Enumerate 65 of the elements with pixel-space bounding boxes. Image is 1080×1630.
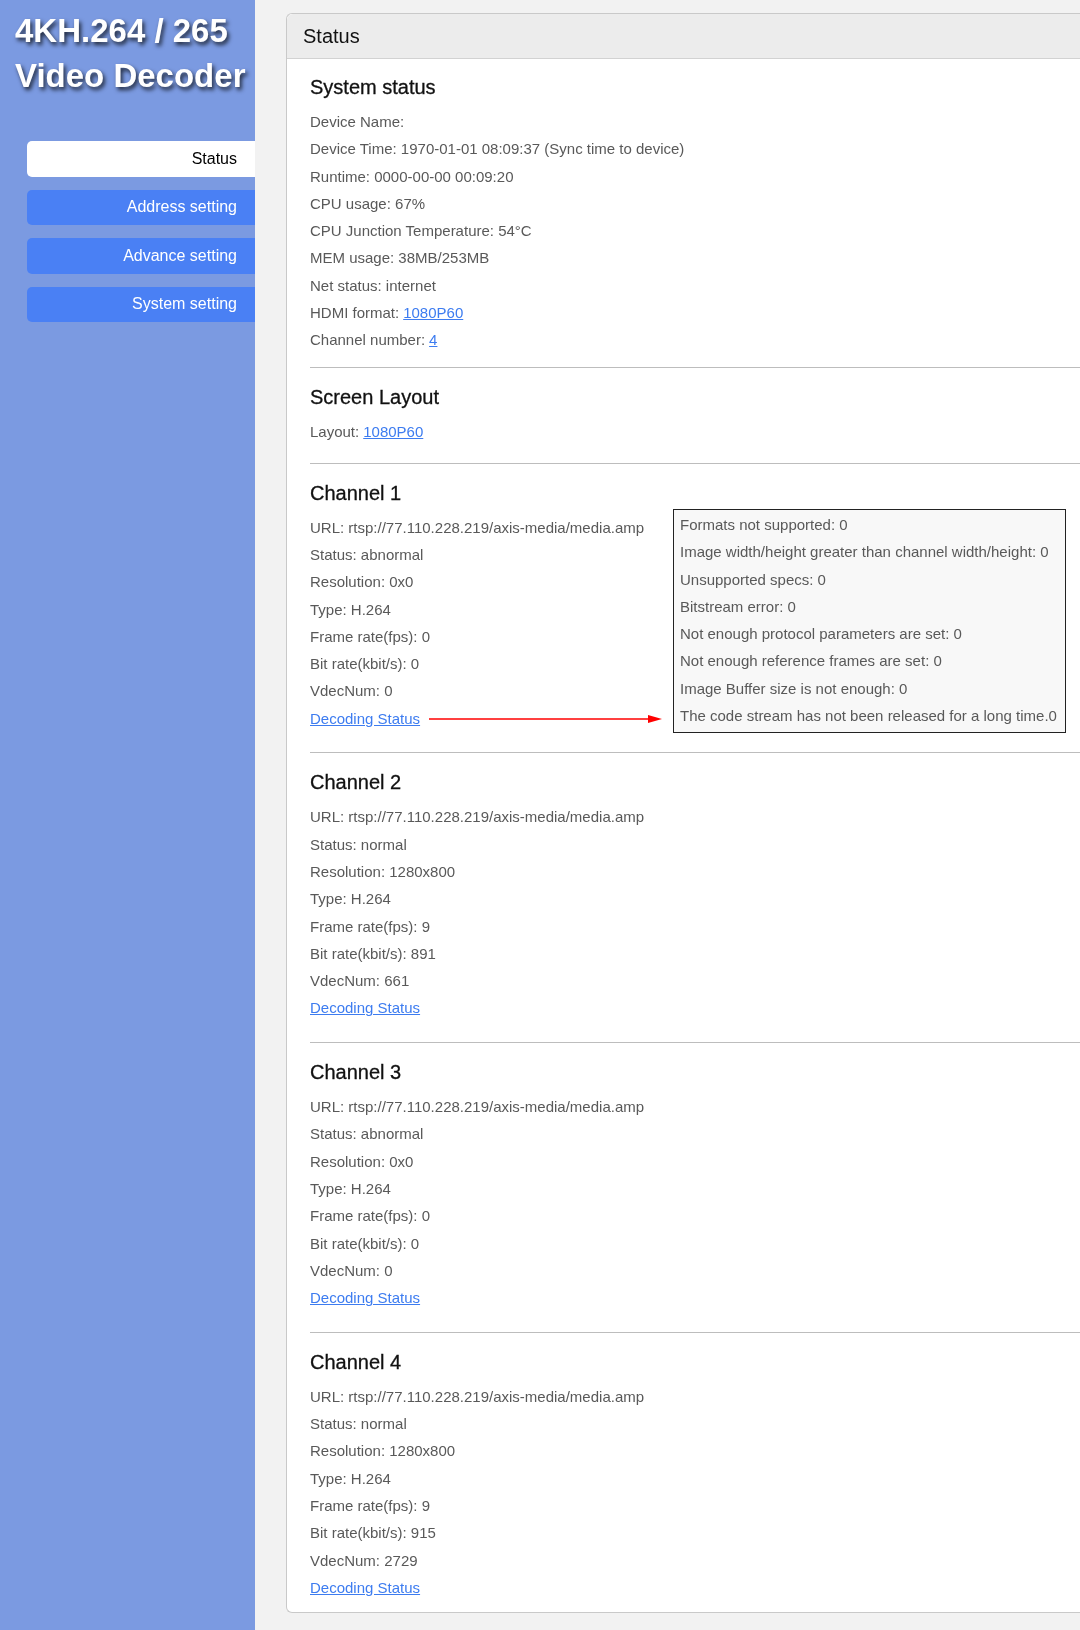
info-text: URL: rtsp://77.110.228.219/axis-media/media.amp bbox=[310, 518, 645, 537]
info-text: Layout: bbox=[310, 423, 360, 441]
section-heading: System status bbox=[310, 75, 436, 99]
section-heading: Channel 1 bbox=[310, 480, 402, 505]
info-text: Type: H.264 bbox=[310, 1179, 391, 1198]
error-count-text: Not enough reference frames are set: 0 bbox=[680, 651, 943, 672]
info-text: Type: H.264 bbox=[310, 600, 391, 619]
info-text: VdecNum: 0 bbox=[310, 1261, 393, 1280]
section-heading: Channel 3 bbox=[310, 1060, 402, 1085]
info-text: Resolution: 1280x800 bbox=[310, 862, 456, 881]
info-text: Device Time: 1970-01-01 08:09:37 (Sync time to device) bbox=[310, 140, 685, 159]
error-count-text: Formats not supported: 0 bbox=[680, 515, 849, 535]
info-text: Bit rate(kbit/s): 915 bbox=[310, 1524, 436, 1543]
info-text: Frame rate(fps): 0 bbox=[310, 1207, 431, 1226]
value-link[interactable]: 1080P60 bbox=[363, 423, 424, 441]
section-heading: Screen Layout bbox=[310, 385, 439, 409]
info-text: Bit rate(kbit/s): 0 bbox=[310, 655, 420, 674]
nav-item[interactable]: Advance setting bbox=[27, 238, 255, 274]
info-text: Channel number: bbox=[310, 331, 426, 350]
info-text: URL: rtsp://77.110.228.219/axis-media/media.amp bbox=[310, 808, 645, 827]
info-text: VdecNum: 2729 bbox=[310, 1551, 418, 1570]
section-heading: Channel 4 bbox=[310, 1349, 402, 1374]
info-text: Status: abnormal bbox=[310, 1125, 424, 1144]
error-count-text: Image width/height greater than channel width/height: 0 bbox=[680, 542, 1050, 563]
decoding-status-link[interactable]: Decoding Status bbox=[310, 1578, 421, 1597]
error-count-text: Unsupported specs: 0 bbox=[680, 569, 827, 590]
nav-item[interactable]: Address setting bbox=[27, 189, 255, 225]
info-text: Frame rate(fps): 9 bbox=[310, 917, 431, 936]
section-heading: Channel 2 bbox=[310, 770, 402, 795]
info-text: Status: abnormal bbox=[310, 545, 424, 564]
nav-item[interactable]: Status bbox=[27, 141, 255, 177]
decoding-status-link[interactable]: Decoding Status bbox=[310, 709, 421, 728]
info-text: Status: normal bbox=[310, 1415, 407, 1434]
info-text: Runtime: 0000-00-00 00:09:20 bbox=[310, 167, 514, 186]
info-text: URL: rtsp://77.110.228.219/axis-media/media.amp bbox=[310, 1387, 645, 1406]
info-text: VdecNum: 661 bbox=[310, 972, 410, 991]
info-text: Device Name: bbox=[310, 113, 405, 131]
decoding-status-link[interactable]: Decoding Status bbox=[310, 999, 421, 1018]
info-text: Resolution: 0x0 bbox=[310, 573, 414, 592]
value-link[interactable]: 1080P60 bbox=[403, 304, 464, 323]
app-title: 4KH.264 / 265 Video Decoder bbox=[14, 11, 246, 96]
info-text: Resolution: 1280x800 bbox=[310, 1442, 456, 1461]
error-count-text: The code stream has not been released for a long time.0 bbox=[680, 706, 1057, 727]
info-text: HDMI format: bbox=[310, 304, 400, 323]
info-text: Type: H.264 bbox=[310, 1469, 391, 1488]
nav-item[interactable]: System setting bbox=[27, 286, 255, 322]
info-text: URL: rtsp://77.110.228.219/axis-media/media.amp bbox=[310, 1098, 645, 1117]
info-text: Status: normal bbox=[310, 835, 407, 854]
info-text: Resolution: 0x0 bbox=[310, 1152, 414, 1171]
info-text: Frame rate(fps): 9 bbox=[310, 1497, 431, 1515]
info-text: CPU Junction Temperature: 54°C bbox=[310, 222, 532, 241]
error-count-text: Image Buffer size is not enough: 0 bbox=[680, 678, 909, 699]
panel-header: Status bbox=[287, 14, 1080, 59]
error-count-text: Bitstream error: 0 bbox=[680, 596, 797, 617]
decoding-status-link[interactable]: Decoding Status bbox=[310, 1289, 421, 1308]
info-text: Bit rate(kbit/s): 0 bbox=[310, 1234, 420, 1253]
info-text: Bit rate(kbit/s): 891 bbox=[310, 944, 436, 963]
info-text: Net status: internet bbox=[310, 276, 436, 295]
value-link[interactable]: 4 bbox=[429, 331, 438, 350]
info-text: Type: H.264 bbox=[310, 890, 391, 909]
info-text: VdecNum: 0 bbox=[310, 682, 393, 701]
info-text: MEM usage: 38MB/253MB bbox=[310, 249, 490, 268]
info-text: CPU usage: 67% bbox=[310, 194, 426, 213]
error-count-text: Not enough protocol parameters are set: 0 bbox=[680, 624, 963, 645]
info-text: Frame rate(fps): 0 bbox=[310, 627, 431, 646]
